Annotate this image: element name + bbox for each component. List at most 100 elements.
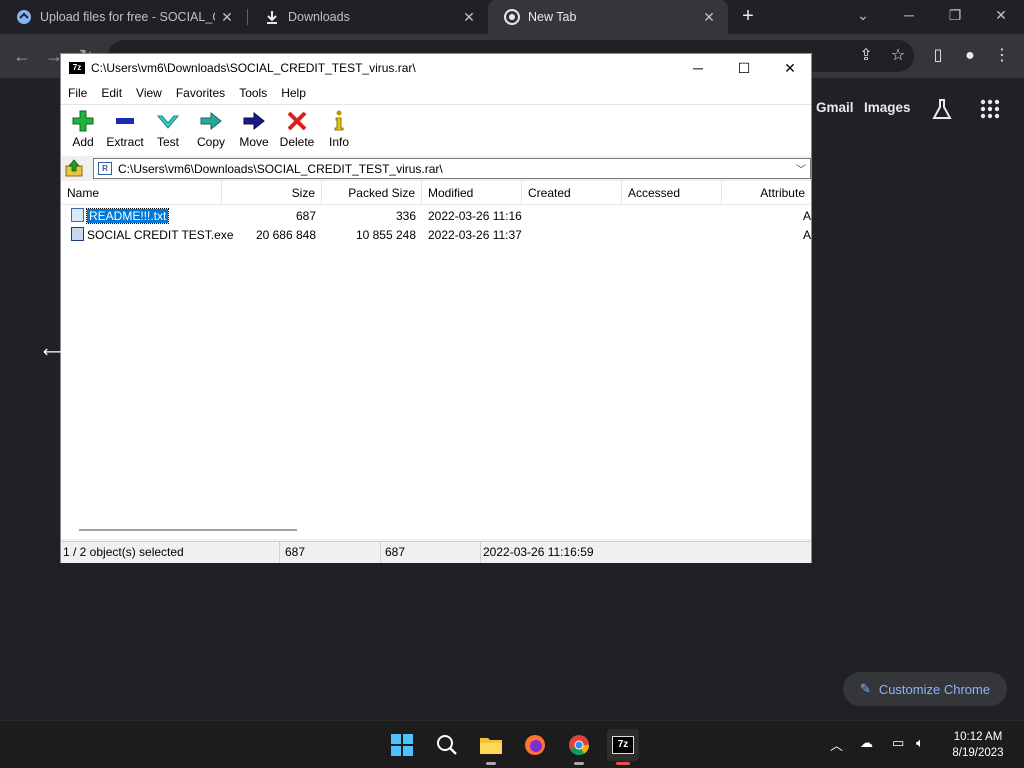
delete-button[interactable]: Delete: [275, 109, 319, 149]
restore-button[interactable]: ❐: [932, 0, 978, 30]
firefox-button[interactable]: [519, 729, 551, 761]
modified-cell: 2022-03-26 11:37: [428, 228, 522, 242]
column-headers: Name Size Packed Size Modified Created A…: [61, 181, 811, 205]
menu-view[interactable]: View: [129, 86, 169, 100]
clock-date: 8/19/2023: [952, 747, 1004, 759]
close-button[interactable]: ✕: [767, 54, 813, 82]
status-modified: 2022-03-26 11:16:59: [483, 545, 594, 559]
side-panel-icon[interactable]: ▯: [926, 44, 950, 68]
window-title-bar[interactable]: 7z C:\Users\vm6\Downloads\SOCIAL_CREDIT_…: [61, 54, 811, 82]
column-header-created[interactable]: Created: [522, 181, 622, 205]
copy-button[interactable]: Copy: [189, 109, 233, 149]
windows-logo-icon: [391, 734, 413, 756]
close-tab-icon[interactable]: ✕: [460, 8, 478, 26]
menu-favorites[interactable]: Favorites: [169, 86, 232, 100]
status-bar: 1 / 2 object(s) selected 687 687 2022-03…: [61, 541, 811, 563]
chevron-up-icon[interactable]: ︿: [830, 735, 843, 754]
chrome-icon: [504, 9, 520, 25]
share-icon[interactable]: ⇪: [854, 44, 878, 68]
sevenzip-taskbar-button[interactable]: 7z: [607, 729, 639, 765]
minus-icon: [103, 109, 147, 133]
chrome-button[interactable]: [563, 729, 595, 765]
file-list[interactable]: Name Size Packed Size Modified Created A…: [61, 181, 811, 539]
browser-tab-strip: Upload files for free - SOCIAL_CREDIT_TE…: [0, 0, 1024, 34]
tab-label: Downloads: [288, 10, 350, 24]
column-header-name[interactable]: Name: [61, 181, 222, 205]
modified-cell: 2022-03-26 11:16: [428, 209, 522, 223]
packed-size-cell: 10 855 248: [355, 228, 416, 242]
sevenzip-app-icon: 7z: [69, 62, 85, 74]
extract-button[interactable]: Extract: [103, 109, 147, 149]
sevenzip-taskbar-icon: 7z: [612, 736, 634, 754]
folder-icon: [480, 738, 502, 754]
back-arrow-icon[interactable]: ←: [10, 44, 34, 68]
tab-new-tab[interactable]: New Tab ✕: [488, 0, 728, 34]
bookmark-star-icon[interactable]: ☆: [886, 44, 910, 68]
menu-file[interactable]: File: [61, 86, 94, 100]
volume-icon[interactable]: 🔈︎: [916, 735, 924, 751]
copy-arrow-icon: [189, 109, 233, 133]
minimize-button[interactable]: ─: [675, 54, 721, 82]
scrollbar-thumb[interactable]: [79, 529, 297, 531]
gmail-link[interactable]: Gmail: [816, 100, 854, 115]
attributes-cell: A: [802, 228, 811, 242]
firefox-icon: [525, 735, 545, 755]
column-header-modified[interactable]: Modified: [422, 181, 522, 205]
column-header-size[interactable]: Size: [222, 181, 322, 205]
cloud-upload-icon: [16, 9, 32, 25]
size-cell: 20 686 848: [255, 228, 316, 242]
status-selection: 1 / 2 object(s) selected: [61, 542, 280, 563]
close-tab-icon[interactable]: ✕: [700, 8, 718, 26]
status-size: 687: [283, 542, 381, 563]
path-combobox[interactable]: R C:\Users\vm6\Downloads\SOCIAL_CREDIT_T…: [93, 158, 811, 179]
status-packed-size: 687: [383, 542, 481, 563]
file-explorer-button[interactable]: [475, 729, 507, 765]
search-button[interactable]: [431, 729, 463, 761]
archive-icon: R: [98, 162, 112, 175]
info-button[interactable]: Info: [317, 109, 361, 149]
labs-flask-icon[interactable]: [930, 98, 954, 120]
window-title: C:\Users\vm6\Downloads\SOCIAL_CREDIT_TES…: [91, 61, 416, 75]
table-row[interactable]: SOCIAL CREDIT TEST.exe 20 686 848 10 855…: [61, 226, 811, 245]
test-button[interactable]: Test: [146, 109, 190, 149]
images-link[interactable]: Images: [864, 100, 911, 115]
menu-edit[interactable]: Edit: [94, 86, 129, 100]
column-header-accessed[interactable]: Accessed: [622, 181, 722, 205]
new-tab-button[interactable]: +: [736, 6, 760, 28]
clock[interactable]: 10:12 AM 8/19/2023: [946, 729, 1010, 761]
add-button[interactable]: Add: [61, 109, 105, 149]
move-button[interactable]: Move: [232, 109, 276, 149]
column-header-packed-size[interactable]: Packed Size: [322, 181, 422, 205]
chevron-down-icon[interactable]: ﹀: [796, 161, 806, 176]
menu-tools[interactable]: Tools: [232, 86, 274, 100]
horizontal-scrollbar[interactable]: [61, 520, 811, 539]
table-row[interactable]: README!!!.txt 687 336 2022-03-26 11:16 A: [61, 207, 811, 226]
minimize-button[interactable]: ─: [886, 0, 932, 30]
sevenzip-window: 7z C:\Users\vm6\Downloads\SOCIAL_CREDIT_…: [60, 53, 812, 563]
customize-chrome-button[interactable]: ✎ Customize Chrome: [843, 672, 1007, 706]
running-indicator: [616, 762, 630, 765]
network-icon[interactable]: ▭: [892, 735, 904, 751]
apps-grid-icon[interactable]: [980, 99, 1000, 119]
chevron-down-icon[interactable]: ⌄: [840, 0, 886, 30]
customize-label: Customize Chrome: [878, 681, 991, 697]
close-window-button[interactable]: ✕: [978, 0, 1024, 30]
pencil-icon: ✎: [859, 681, 871, 696]
close-tab-icon[interactable]: ✕: [218, 8, 236, 26]
tab-upload-files[interactable]: Upload files for free - SOCIAL_CREDIT_TE…: [0, 0, 246, 34]
onedrive-icon[interactable]: ☁: [860, 735, 873, 751]
text-file-icon: [71, 208, 84, 222]
size-cell: 687: [295, 209, 316, 223]
start-button[interactable]: [386, 729, 418, 761]
address-bar-row: R C:\Users\vm6\Downloads\SOCIAL_CREDIT_T…: [61, 156, 811, 180]
tab-downloads[interactable]: Downloads ✕: [248, 0, 488, 34]
column-header-attributes[interactable]: Attribute: [722, 181, 811, 205]
profile-avatar-icon[interactable]: ●: [958, 44, 982, 68]
taskbar: 7z ︿ ☁ ▭ 🔈︎ 10:12 AM 8/19/2023: [0, 720, 1024, 768]
maximize-button[interactable]: ☐: [721, 54, 767, 82]
more-menu-icon[interactable]: ⋮: [990, 44, 1014, 68]
search-icon: [437, 735, 457, 755]
exe-file-icon: [71, 227, 84, 241]
menu-help[interactable]: Help: [274, 86, 313, 100]
folder-up-icon[interactable]: [65, 159, 83, 177]
